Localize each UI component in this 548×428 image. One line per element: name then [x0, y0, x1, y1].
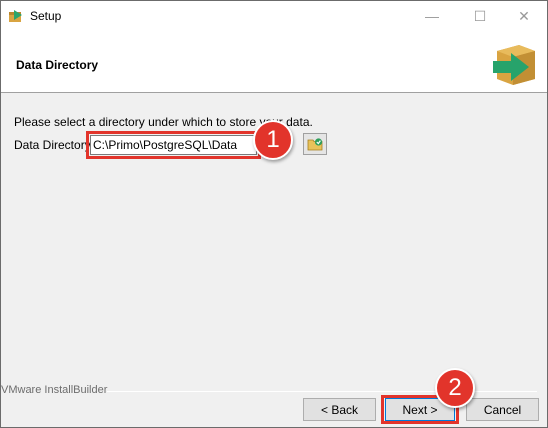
- footer-brand: VMware InstallBuilder: [1, 384, 108, 396]
- app-icon: [9, 10, 22, 22]
- step-2-badge: 2: [435, 368, 475, 408]
- close-button[interactable]: ✕: [501, 1, 547, 31]
- back-button[interactable]: < Back: [303, 398, 376, 421]
- wizard-header: Data Directory: [1, 31, 547, 93]
- title-bar: Setup — ☐ ✕: [1, 1, 547, 31]
- installer-box-arrow-icon: [493, 45, 535, 85]
- folder-browse-icon: [307, 138, 323, 151]
- browse-button[interactable]: [303, 133, 327, 155]
- page-title: Data Directory: [16, 58, 99, 72]
- data-directory-label: Data Directory: [14, 138, 91, 152]
- cancel-button[interactable]: Cancel: [466, 398, 539, 421]
- maximize-button[interactable]: ☐: [457, 1, 503, 31]
- data-directory-input[interactable]: [90, 135, 257, 155]
- window-title: Setup: [30, 9, 62, 23]
- minimize-button[interactable]: —: [409, 1, 455, 31]
- step-1-badge: 1: [253, 120, 293, 160]
- setup-window: Setup — ☐ ✕ Data Directory Please select…: [0, 0, 548, 428]
